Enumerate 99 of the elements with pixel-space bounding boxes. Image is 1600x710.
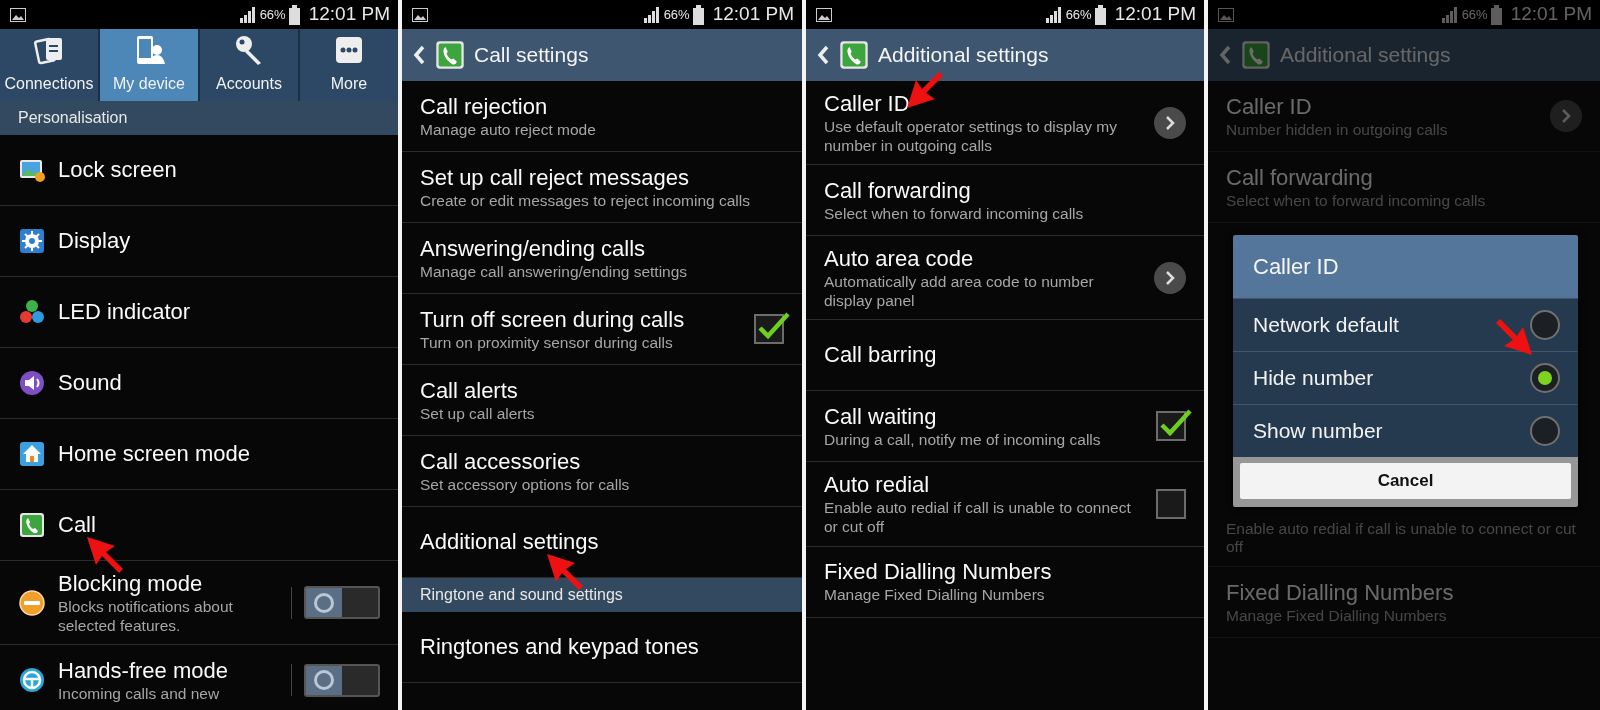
setting-title: Lock screen <box>58 156 177 184</box>
setting-title: Caller ID <box>1226 92 1312 121</box>
chevron-icon[interactable] <box>1154 106 1186 139</box>
setting-title: Call <box>58 512 96 537</box>
setting-description: Number hidden in outgoing calls <box>1226 120 1449 140</box>
setting-title: Additional settings <box>420 529 599 554</box>
gear-icon <box>18 227 46 255</box>
battery-percent: 66% <box>663 5 690 24</box>
radio-option[interactable]: Network default <box>1233 298 1578 351</box>
phone-icon <box>18 511 46 539</box>
clock-time: 12:01 PM <box>1114 2 1196 27</box>
steering-wheel-icon <box>18 666 46 695</box>
minus-circle-icon <box>18 588 46 617</box>
battery-icon <box>1094 4 1106 25</box>
settings-tab[interactable]: More <box>300 29 398 101</box>
radio-option[interactable]: Hide number <box>1233 351 1578 404</box>
radio-button[interactable] <box>1530 363 1560 393</box>
section-header: Personalisation <box>0 101 398 135</box>
setting-description: Manage Fixed Dialling Numbers <box>1226 606 1448 626</box>
section-header: Ringtone and sound settings <box>402 578 802 612</box>
setting-title: Answering/ending calls <box>420 234 646 263</box>
back-icon[interactable] <box>412 44 426 66</box>
setting-description: Enable auto redial if call is unable to connect or cut off <box>1226 519 1577 557</box>
setting-title: Call rejection <box>420 92 548 121</box>
setting-description: Set up call alerts <box>420 404 536 424</box>
settings-tab[interactable]: Accounts <box>200 29 298 101</box>
setting-description: Enable auto redial if call is unable to connect or cut off <box>824 499 1132 537</box>
battery-percent: 66% <box>259 5 286 24</box>
setting-title: Sound <box>58 369 122 397</box>
phone-app-icon <box>434 39 466 71</box>
setting-description: Set accessory options for calls <box>420 475 631 495</box>
back-icon[interactable] <box>816 44 830 66</box>
more-icon <box>333 34 365 66</box>
setting-description: Create or edit messages to reject incoming calls <box>420 191 751 211</box>
phone-app-icon <box>838 39 870 71</box>
battery-icon <box>692 4 704 25</box>
settings-tab[interactable]: Connections <box>0 29 98 101</box>
setting-description: Blocks notifications about selected features. <box>58 598 234 636</box>
signal-icon <box>1440 6 1459 23</box>
setting-title: Blocking mode <box>58 570 203 598</box>
setting-description: Turn on proximity sensor during calls <box>420 333 674 353</box>
gallery-icon <box>1218 7 1234 22</box>
setting-title: LED indicator <box>58 298 191 326</box>
dialog-title: Caller ID <box>1233 235 1578 298</box>
setting-title: Fixed Dialling Numbers <box>1226 578 1454 607</box>
screen-title: Call settings <box>474 42 589 69</box>
signal-icon <box>1044 6 1063 23</box>
battery-percent: 66% <box>1065 5 1092 24</box>
setting-title: Turn off screen during calls <box>420 305 685 334</box>
chevron-icon[interactable] <box>1154 261 1186 294</box>
setting-title: Home screen mode <box>58 440 250 468</box>
signal-icon <box>238 6 257 23</box>
gallery-icon <box>816 7 832 22</box>
back-icon[interactable] <box>1218 44 1232 66</box>
clock-time: 12:01 PM <box>308 2 390 27</box>
clock-time: 12:01 PM <box>712 2 794 27</box>
gallery-icon <box>10 7 26 22</box>
screen-title: Additional settings <box>1280 42 1451 69</box>
setting-title: Call forwarding <box>824 176 971 205</box>
cancel-button[interactable]: Cancel <box>1240 463 1571 499</box>
battery-icon <box>1490 4 1502 25</box>
setting-title: Call accessories <box>420 447 581 476</box>
setting-title: Call waiting <box>824 403 937 431</box>
setting-title: Call alerts <box>420 376 518 405</box>
radio-option[interactable]: Show number <box>1233 404 1578 457</box>
setting-title: Display <box>58 227 131 255</box>
signal-icon <box>642 6 661 23</box>
battery-icon <box>288 4 300 25</box>
setting-title: Call barring <box>824 341 937 369</box>
radio-button[interactable] <box>1530 310 1560 340</box>
setting-description: Incoming calls and new <box>58 684 221 704</box>
setting-description: Manage auto reject mode <box>420 120 597 140</box>
speaker-icon <box>18 369 46 397</box>
setting-description: Manage call answering/ending settings <box>420 262 689 282</box>
screen-title: Additional settings <box>878 42 1049 69</box>
setting-title: Set up call reject messages <box>420 163 690 192</box>
setting-title: Auto redial <box>824 471 930 499</box>
setting-description: Select when to forward incoming calls <box>1226 191 1487 211</box>
setting-description: Select when to forward incoming calls <box>824 204 1085 224</box>
setting-title: Caller ID <box>824 91 910 116</box>
setting-title: Ringtones and keypad tones <box>420 633 699 661</box>
setting-description: Manage Fixed Dialling Numbers <box>824 586 1046 605</box>
phone-app-icon <box>1240 39 1272 71</box>
setting-title: Hands-free mode <box>58 656 228 685</box>
radio-button[interactable] <box>1530 416 1560 446</box>
house-icon <box>18 440 46 468</box>
checkbox[interactable] <box>1156 488 1186 519</box>
setting-description: Use default operator settings to display my number in outgoing calls <box>824 118 1118 156</box>
setting-description: During a call, notify me of incoming calls <box>824 431 1102 450</box>
toggle-switch[interactable] <box>304 586 380 620</box>
setting-title: Auto area code <box>824 245 974 273</box>
toggle-switch[interactable] <box>304 663 380 697</box>
setting-title: Fixed Dialling Numbers <box>824 558 1052 586</box>
setting-description: Automatically add area code to number display panel <box>824 273 1095 311</box>
clock-time: 12:01 PM <box>1510 2 1592 27</box>
gallery-icon <box>412 7 428 22</box>
dots-icon <box>18 298 46 326</box>
battery-percent: 66% <box>1461 5 1488 24</box>
setting-title: Call forwarding <box>1226 163 1373 192</box>
